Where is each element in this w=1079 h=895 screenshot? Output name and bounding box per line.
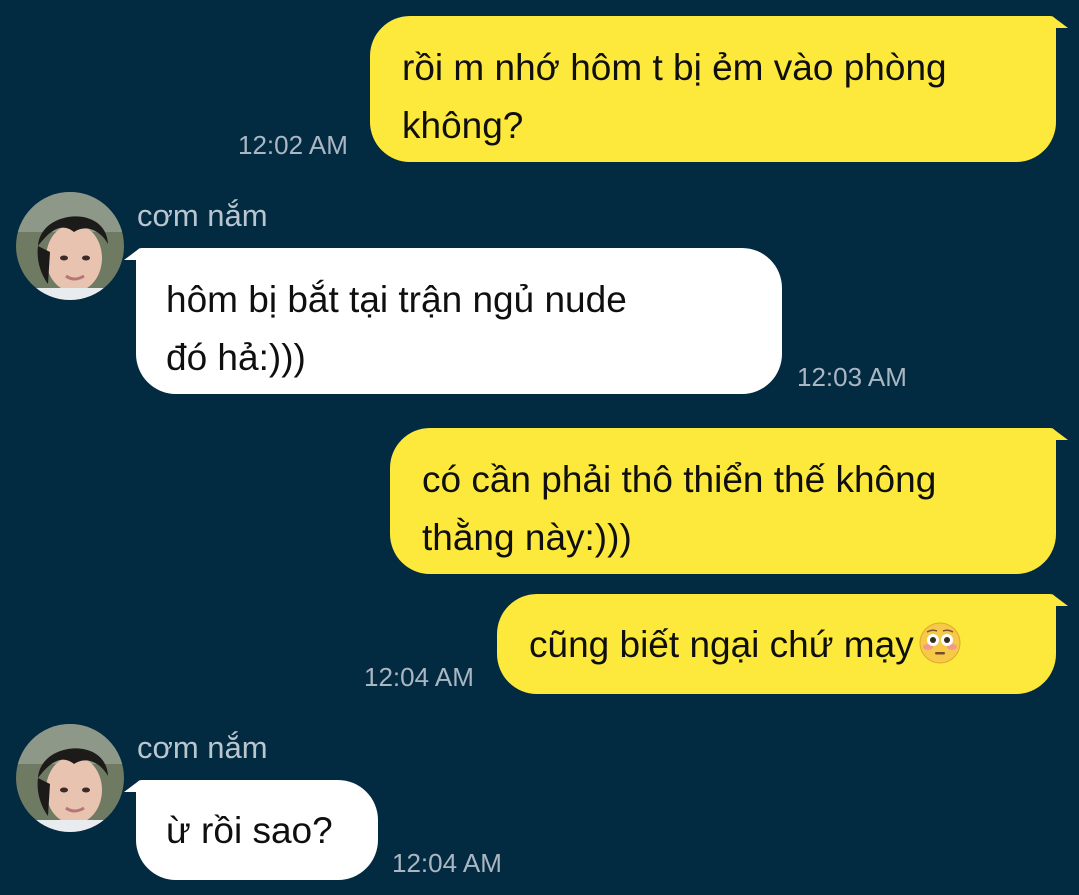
bubble-tail xyxy=(1052,594,1068,606)
message-timestamp: 12:03 AM xyxy=(797,362,907,392)
message-text-line: thằng này:))) xyxy=(422,517,632,558)
message-text-line: ừ rồi sao? xyxy=(166,810,333,851)
outgoing-message-bubble[interactable]: cũng biết ngại chứ mạy xyxy=(497,594,1056,694)
outgoing-message-bubble[interactable]: có cần phải thô thiển thế không thằng nà… xyxy=(390,428,1056,574)
flushed-face-emoji xyxy=(919,622,961,664)
contact-avatar-photo xyxy=(16,724,124,832)
outgoing-message-bubble[interactable]: rồi m nhớ hôm t bị ẻm vào phòng không? xyxy=(370,16,1056,162)
bubble-tail xyxy=(124,248,140,260)
message-text-line: hôm bị bắt tại trận ngủ nude xyxy=(166,279,627,320)
bubble-tail xyxy=(1052,428,1068,440)
message-timestamp: 12:04 AM xyxy=(364,662,474,692)
sender-name: cơm nắm xyxy=(137,730,268,765)
message-text-line: không? xyxy=(402,105,524,146)
message-timestamp: 12:04 AM xyxy=(392,848,502,878)
message-text-line: rồi m nhớ hôm t bị ẻm vào phòng xyxy=(402,47,947,88)
bubble-tail xyxy=(124,780,140,792)
incoming-message-bubble[interactable]: hôm bị bắt tại trận ngủ nude đó hả:))) xyxy=(136,248,782,394)
message-text-line: có cần phải thô thiển thế không xyxy=(422,459,937,500)
contact-avatar[interactable] xyxy=(16,724,124,832)
contact-avatar-photo xyxy=(16,192,124,300)
bubble-tail xyxy=(1052,16,1068,28)
incoming-message-bubble[interactable]: ừ rồi sao? xyxy=(136,780,378,880)
message-timestamp: 12:02 AM xyxy=(238,130,348,160)
sender-name: cơm nắm xyxy=(137,198,268,233)
message-text-line: đó hả:))) xyxy=(166,337,306,378)
message-text-line: cũng biết ngại chứ mạy xyxy=(529,624,914,665)
contact-avatar[interactable] xyxy=(16,192,124,300)
